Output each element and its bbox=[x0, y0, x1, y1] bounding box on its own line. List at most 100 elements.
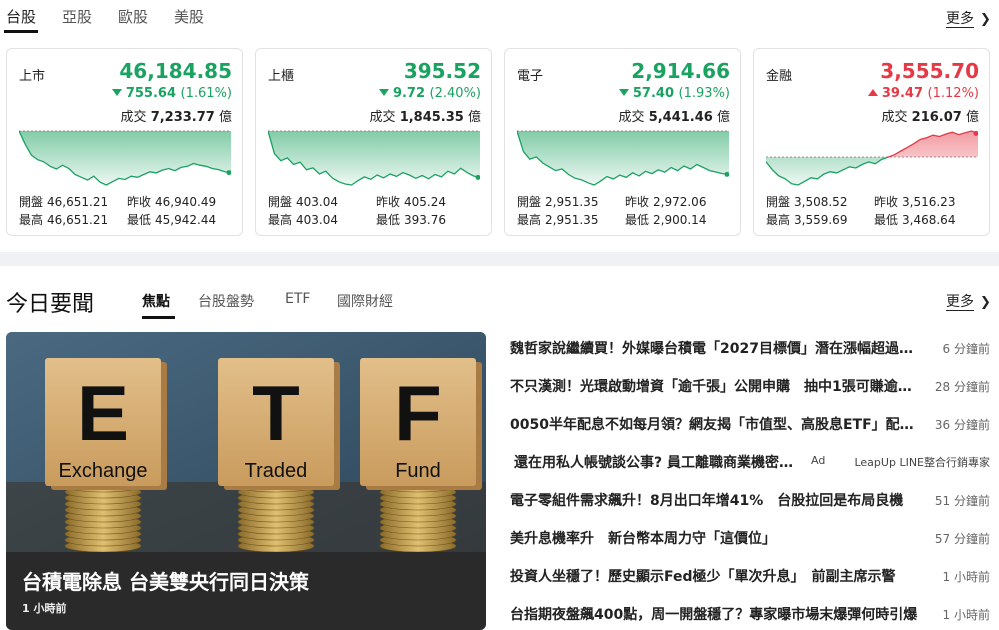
stat-low: 最低 393.76 bbox=[376, 213, 447, 227]
market-more-link[interactable]: 更多 ❯ bbox=[946, 8, 991, 28]
volume-value: 216.07 bbox=[911, 110, 962, 125]
stat-high: 最高 3,559.69 bbox=[766, 213, 848, 227]
stat-low: 最低 3,468.64 bbox=[874, 213, 956, 227]
news-item[interactable]: 美升息機率升 新台幣本周力守「這價位」 57 分鐘前 bbox=[510, 525, 990, 549]
index-name: 上市 bbox=[19, 69, 46, 84]
index-price: 46,184.85 bbox=[119, 59, 232, 83]
stat-prev-close: 昨收 3,516.23 bbox=[874, 195, 956, 209]
stat-high: 最高 2,951.35 bbox=[517, 213, 599, 227]
active-news-tab-indicator bbox=[142, 316, 175, 319]
stat-open: 開盤 403.04 bbox=[268, 195, 339, 209]
ad-item[interactable]: 還在用私人帳號談公事? 員工離職商業機密難保全 Ad LeapUp LINE整合… bbox=[510, 449, 990, 473]
volume-label: 成交 bbox=[881, 110, 908, 125]
change-percent: (1.93%) bbox=[678, 86, 730, 101]
news-tab-tw-market[interactable]: 台股盤勢 bbox=[198, 291, 254, 311]
stat-high: 最高 403.04 bbox=[268, 213, 339, 227]
stat-open: 開盤 3,508.52 bbox=[766, 195, 848, 209]
news-time: 36 分鐘前 bbox=[934, 418, 990, 432]
volume-label: 成交 bbox=[369, 110, 396, 125]
news-time: 28 分鐘前 bbox=[934, 380, 990, 394]
index-card-electronics[interactable]: 電子 2,914.66 57.40 (1.93%) 成交 5,441.46 億 … bbox=[504, 48, 741, 236]
cube-letter: T bbox=[252, 369, 300, 457]
sparkline-chart bbox=[766, 130, 978, 186]
index-volume: 成交 7,233.77 億 bbox=[121, 106, 232, 125]
sparkline-area-down bbox=[19, 131, 231, 185]
index-card-finance[interactable]: 金融 3,555.70 39.47 (1.12%) 成交 216.07 億 開盤… bbox=[753, 48, 990, 236]
etf-cube: F Fund bbox=[360, 358, 482, 490]
volume-value: 7,233.77 bbox=[150, 110, 215, 125]
sparkline-chart bbox=[517, 130, 729, 186]
cube-letter: E bbox=[77, 369, 129, 457]
tab-europe-stock[interactable]: 歐股 bbox=[118, 6, 148, 27]
tab-asia-stock[interactable]: 亞股 bbox=[62, 6, 92, 27]
stat-low: 最低 2,900.14 bbox=[625, 213, 707, 227]
stat-open: 開盤 2,951.35 bbox=[517, 195, 599, 209]
active-tab-indicator bbox=[4, 30, 38, 33]
news-time: 6 分鐘前 bbox=[942, 342, 990, 356]
index-name: 電子 bbox=[517, 69, 544, 84]
news-item[interactable]: 不只漢測！光環啟動增資「逾千張」公開申購 抽中1張可賺逾萬元 28 分鐘前 bbox=[510, 373, 990, 397]
triangle-down-icon bbox=[111, 89, 122, 96]
stat-low: 最低 45,942.44 bbox=[127, 213, 217, 227]
index-card-listed[interactable]: 上市 46,184.85 755.64 (1.61%) 成交 7,233.77 … bbox=[6, 48, 243, 236]
cube-word: Fund bbox=[395, 460, 441, 482]
index-price: 2,914.66 bbox=[631, 59, 730, 83]
index-price: 395.52 bbox=[403, 59, 481, 83]
stat-high: 最高 46,651.21 bbox=[19, 213, 109, 227]
etf-cube: E Exchange bbox=[45, 358, 167, 490]
news-tab-international[interactable]: 國際財經 bbox=[337, 291, 393, 311]
ad-badge: Ad bbox=[811, 454, 826, 467]
more-label: 更多 bbox=[946, 294, 974, 311]
news-item[interactable]: 魏哲家說繼續買！外媒曝台積電「2027目標價」潛在漲幅超過25% 6 分鐘前 bbox=[510, 335, 990, 359]
tab-us-stock[interactable]: 美股 bbox=[174, 6, 204, 27]
triangle-up-icon bbox=[867, 89, 878, 96]
news-item[interactable]: 台指期夜盤飆400點，周一開盤穩了？專家曝市場末爆彈何時引爆 1 小時前 bbox=[510, 601, 990, 625]
stat-prev-close: 昨收 2,972.06 bbox=[625, 195, 707, 209]
news-item[interactable]: 電子零組件需求飆升！8月出口年增41% 台股拉回是布局良機 51 分鐘前 bbox=[510, 487, 990, 511]
tab-tw-stock[interactable]: 台股 bbox=[6, 6, 36, 27]
news-item[interactable]: 投資人坐穩了！歷史顯示Fed極少「單次升息」 前副主席示警 1 小時前 bbox=[510, 563, 990, 587]
news-tab-focus[interactable]: 焦點 bbox=[142, 291, 170, 311]
sparkline-chart bbox=[19, 130, 231, 186]
news-headline: 投資人坐穩了！歷史顯示Fed極少「單次升息」 前副主席示警 bbox=[510, 569, 896, 585]
hero-news-card[interactable]: E Exchange T Traded F Fund 台積電除息 台美雙央行同日決策 … bbox=[6, 332, 486, 630]
hero-title: 台積電除息 台美雙央行同日決策 bbox=[22, 570, 309, 594]
volume-label: 成交 bbox=[120, 110, 147, 125]
news-headline: 0050半年配息不如每月領？網友揭「市值型、高股息ETF」配置方式 bbox=[510, 417, 920, 433]
volume-value: 1,845.35 bbox=[399, 110, 464, 125]
volume-unit: 億 bbox=[716, 110, 730, 125]
market-tabs: 台股 亞股 歐股 美股 更多 ❯ bbox=[0, 0, 999, 36]
index-change: 9.72 (2.40%) bbox=[378, 86, 481, 101]
change-value: 39.47 bbox=[881, 86, 924, 101]
index-volume: 成交 1,845.35 億 bbox=[370, 106, 481, 125]
etf-cube: T Traded bbox=[218, 358, 340, 490]
news-headline: 魏哲家說繼續買！外媒曝台積電「2027目標價」潛在漲幅超過25% bbox=[510, 341, 920, 357]
index-card-otc[interactable]: 上櫃 395.52 9.72 (2.40%) 成交 1,845.35 億 開盤 4… bbox=[255, 48, 492, 236]
news-more-link[interactable]: 更多 ❯ bbox=[946, 291, 991, 311]
cube-word: Exchange bbox=[59, 460, 148, 482]
news-headline: 台指期夜盤飆400點，周一開盤穩了？專家曝市場末爆彈何時引爆 bbox=[510, 607, 918, 623]
sparkline-chart bbox=[268, 130, 480, 186]
cube-word: Traded bbox=[245, 460, 308, 482]
news-headline: 不只漢測！光環啟動增資「逾千張」公開申購 抽中1張可賺逾萬元 bbox=[510, 379, 920, 395]
volume-unit: 億 bbox=[965, 110, 979, 125]
triangle-down-icon bbox=[618, 89, 629, 96]
index-name: 金融 bbox=[766, 69, 793, 84]
change-percent: (1.12%) bbox=[927, 86, 979, 101]
volume-label: 成交 bbox=[618, 110, 645, 125]
news-time: 51 分鐘前 bbox=[934, 494, 990, 508]
change-value: 9.72 bbox=[392, 86, 426, 101]
news-section-title: 今日要聞 bbox=[6, 292, 95, 317]
stat-prev-close: 昨收 46,940.49 bbox=[127, 195, 217, 209]
news-time: 57 分鐘前 bbox=[934, 532, 990, 546]
index-name: 上櫃 bbox=[268, 69, 295, 84]
index-price: 3,555.70 bbox=[880, 59, 979, 83]
etf-cubes-image: E Exchange T Traded F Fund bbox=[6, 332, 486, 552]
change-percent: (1.61%) bbox=[180, 86, 232, 101]
news-tab-etf[interactable]: ETF bbox=[285, 291, 310, 307]
news-item[interactable]: 0050半年配息不如每月領？網友揭「市值型、高股息ETF」配置方式 36 分鐘前 bbox=[510, 411, 990, 435]
stat-open: 開盤 46,651.21 bbox=[19, 195, 109, 209]
news-time: 1 小時前 bbox=[942, 570, 990, 584]
index-change: 755.64 (1.61%) bbox=[111, 86, 232, 101]
index-change: 57.40 (1.93%) bbox=[618, 86, 730, 101]
